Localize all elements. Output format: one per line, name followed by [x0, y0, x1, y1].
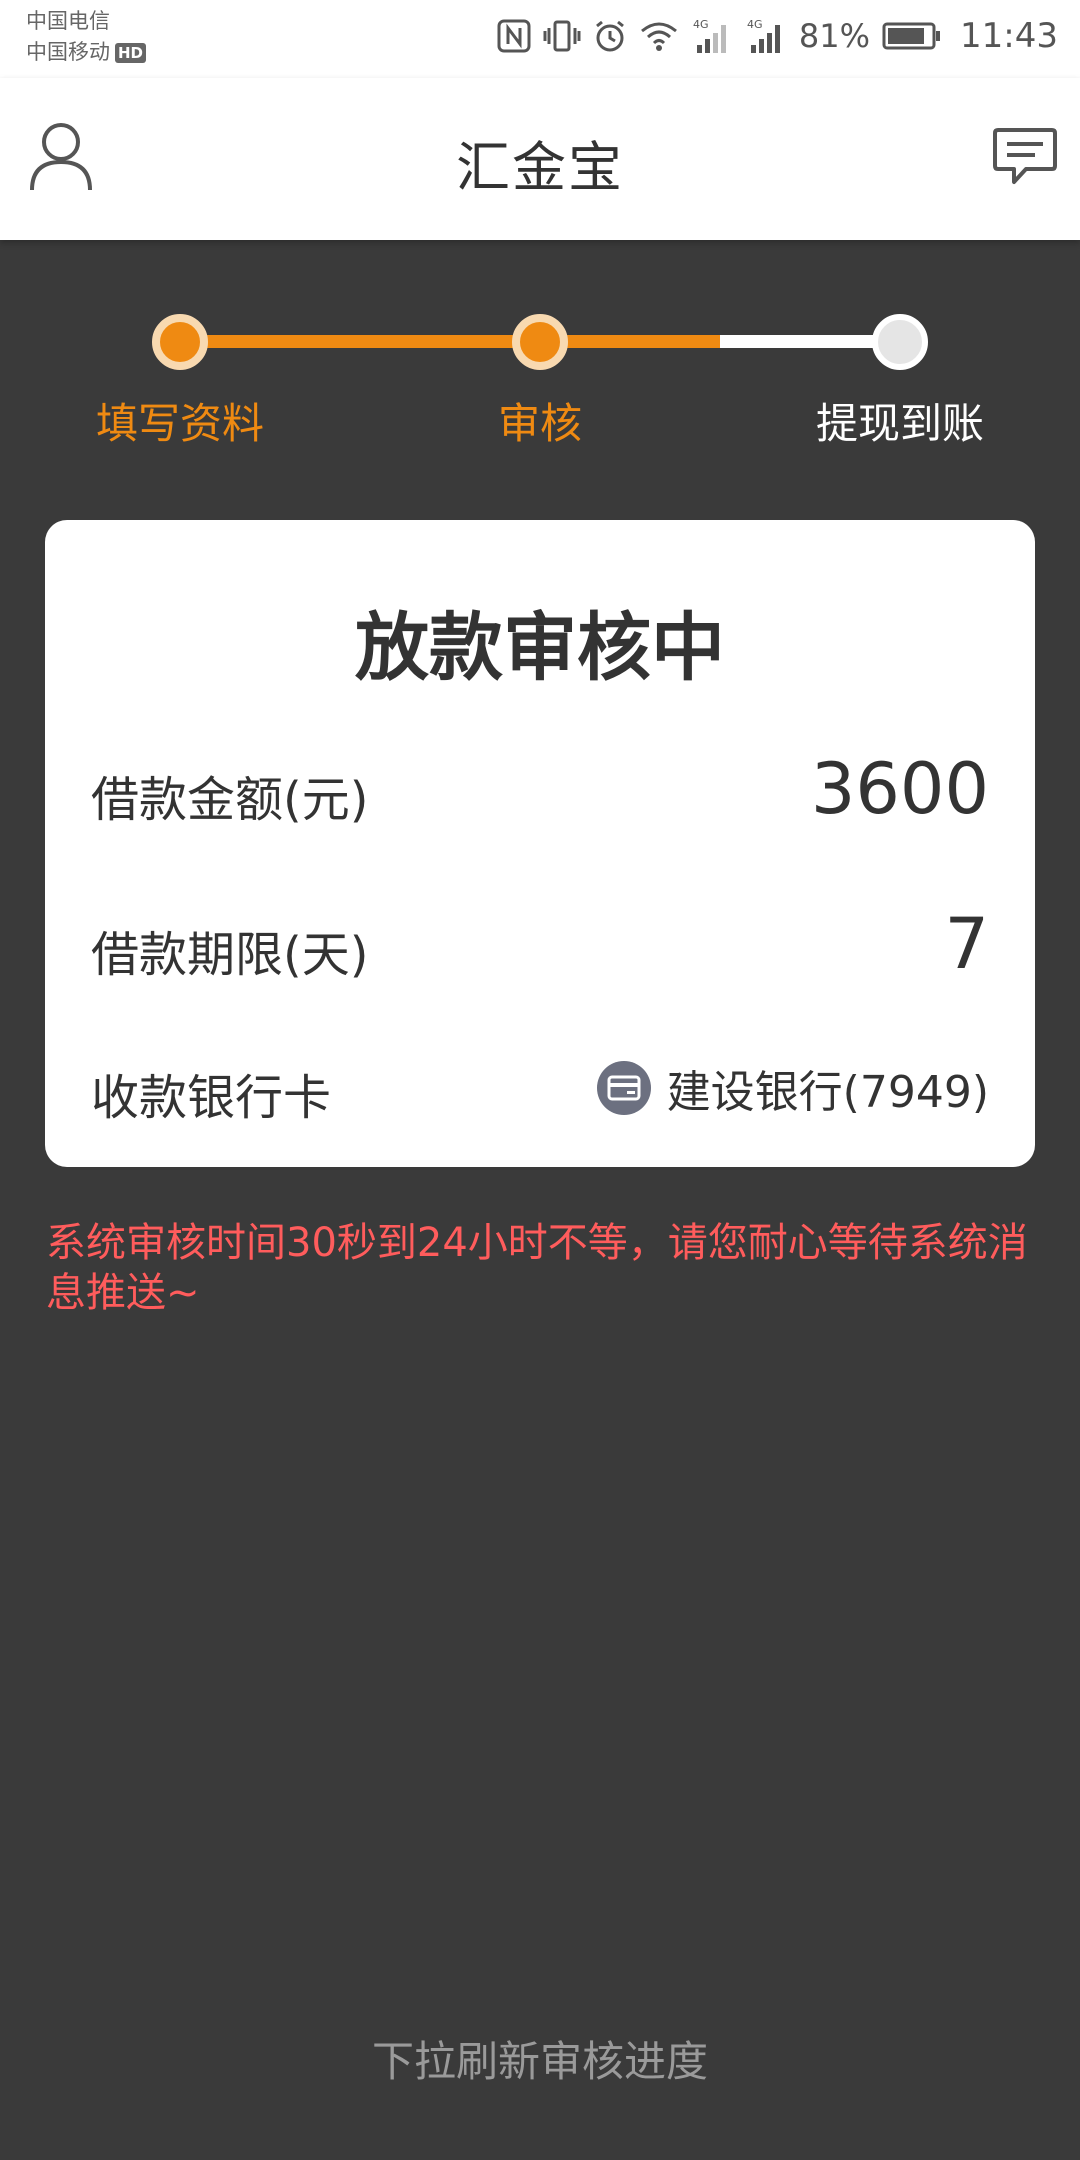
step-dot-review	[512, 314, 568, 370]
step-label-withdraw: 提现到账	[815, 399, 984, 448]
nfc-icon	[497, 19, 531, 53]
signal-icon-1: 4G	[693, 18, 726, 53]
bank-card-label: 收款银行卡	[91, 1070, 332, 1126]
carrier-2-label: 中国移动	[26, 40, 110, 64]
message-icon	[993, 128, 1057, 184]
loan-status-card: 放款审核中 借款金额(元) 3600 借款期限(天) 7 收款银行卡 建设银行(…	[45, 520, 1035, 1167]
carrier-2-row: 中国移动 HD	[26, 37, 147, 68]
app-bar: 汇金宝	[0, 78, 1080, 240]
loan-term-label: 借款期限(天)	[91, 927, 369, 983]
bank-card-value: 建设银行(7949)	[596, 1056, 989, 1120]
wifi-icon	[640, 22, 677, 51]
loan-amount-label: 借款金额(元)	[91, 772, 369, 828]
vibrate-icon	[543, 20, 581, 52]
hd-badge: HD	[115, 42, 147, 63]
clock: 11:43	[960, 16, 1058, 56]
network-2-label: 4G	[747, 18, 763, 31]
bank-card-text: 建设银行(7949)	[666, 1067, 989, 1118]
carrier-1-label: 中国电信	[26, 9, 110, 33]
status-bar: 中国电信 中国移动 HD 4G 4G 81% 11:43	[0, 0, 1080, 78]
step-dot-fill-info	[152, 314, 208, 370]
status-icons: 4G 4G 81% 11:43	[497, 14, 1058, 58]
progress-track-filled	[180, 335, 720, 348]
bank-card-icon	[596, 1061, 651, 1115]
battery-percent: 81%	[798, 17, 871, 55]
step-label-review: 审核	[497, 399, 582, 448]
progress-steps: 填写资料 审核 提现到账	[0, 240, 1080, 480]
battery-icon	[882, 22, 941, 50]
step-dot-withdraw	[872, 314, 928, 370]
card-title: 放款审核中	[355, 605, 725, 691]
loan-term-value: 7	[944, 903, 989, 985]
alarm-icon	[595, 20, 624, 52]
step-label-fill-info: 填写资料	[95, 399, 264, 448]
pull-to-refresh-hint: 下拉刷新审核进度	[371, 2037, 708, 2086]
message-button[interactable]	[992, 126, 1058, 188]
carrier-info: 中国电信 中国移动 HD	[26, 6, 147, 68]
loan-amount-value: 3600	[810, 748, 989, 830]
review-notice: 系统审核时间30秒到24小时不等，请您耐心等待系统消息推送~	[46, 1220, 1028, 1316]
signal-icon-2: 4G	[747, 18, 780, 53]
network-1-label: 4G	[693, 18, 709, 31]
page-title: 汇金宝	[456, 136, 624, 199]
